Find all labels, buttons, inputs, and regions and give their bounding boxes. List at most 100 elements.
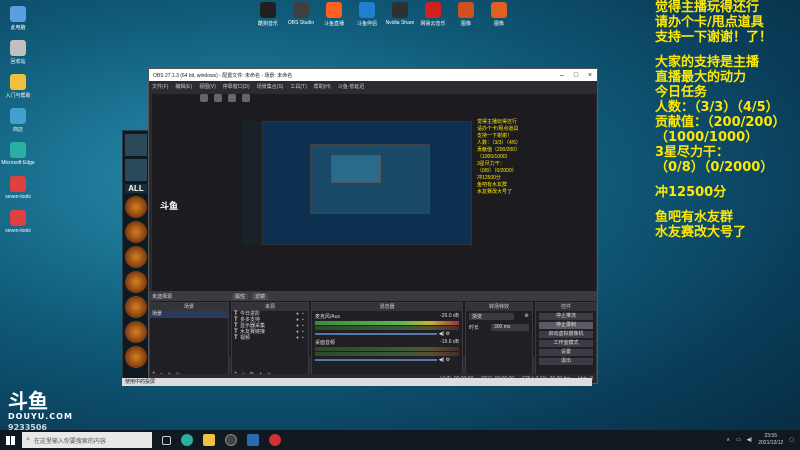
minimize-button[interactable]: – [555, 72, 569, 79]
speaker-icon[interactable]: ◀) [439, 357, 445, 363]
nested-preview-inner [331, 155, 381, 183]
toolbar-icon[interactable] [214, 94, 222, 102]
desktop-icon-label: 斗鱼伴侣 [356, 21, 377, 27]
network-icon[interactable]: ▭ [736, 437, 741, 443]
overlay-line: 请办个卡/甩点道具 [655, 15, 764, 30]
speaker-icon[interactable]: ◀) [439, 331, 445, 337]
desktop-icon[interactable]: 酷狗音乐 [250, 2, 286, 27]
duration-label: 时长 [469, 325, 480, 331]
overlay-line: 今日任务 [655, 85, 708, 100]
hero-portrait[interactable] [125, 296, 147, 318]
app-icon [392, 2, 408, 18]
menu-item[interactable]: 停靠窗口(D) [223, 83, 250, 90]
taskbar-search[interactable]: ⌕ 在这里输入你要搜索的内容 [22, 432, 152, 448]
desktop-icon-label: 回收站 [10, 59, 26, 65]
game-tab[interactable] [125, 159, 147, 181]
music-app-icon[interactable] [269, 434, 281, 446]
lock-icon[interactable]: ▪ [302, 335, 308, 341]
hero-portrait[interactable] [125, 321, 147, 343]
virtual-camera-button[interactable]: 启动虚拟摄像机 [539, 331, 593, 338]
hero-portrait[interactable] [125, 221, 147, 243]
preview-text-line: 贡献值（200/200） [477, 147, 521, 153]
gear-icon[interactable]: ⚙ [446, 331, 450, 337]
taskbar-apps [162, 434, 281, 446]
douyu-app-icon[interactable] [247, 434, 259, 446]
desktop-icon[interactable]: 入门与帮助 [0, 74, 36, 99]
all-filter-button[interactable]: ALL [125, 184, 147, 193]
desktop-icon[interactable]: seven-tools [0, 176, 36, 200]
desktop-icon[interactable]: Microsoft Edge [0, 142, 36, 166]
app-icon [359, 2, 375, 18]
desktop-icon[interactable]: 图像 [481, 2, 517, 27]
desktop-icon[interactable]: 斗鱼直播 [316, 2, 352, 27]
studio-mode-button[interactable]: 工作室模式 [539, 340, 593, 347]
toolbar-icon[interactable] [200, 94, 208, 102]
stop-streaming-button[interactable]: 停止推流 [539, 313, 593, 320]
menu-item[interactable]: 斗鱼-低延迟 [338, 83, 365, 90]
desktop-icon[interactable]: 斗鱼伴侣 [349, 2, 385, 27]
volume-icon[interactable]: ◀) [747, 437, 753, 443]
desktop-icon[interactable]: seven-tools [0, 210, 36, 234]
douyu-domain: DOUYU.COM [8, 412, 73, 421]
properties-button[interactable]: 属性 [232, 292, 249, 300]
notification-icon[interactable]: ▢ [789, 437, 794, 443]
app-icon [425, 2, 441, 18]
game-tab[interactable] [125, 134, 147, 156]
preview-text-line: 觉得主播玩得还行 [477, 119, 518, 125]
obs-icon[interactable] [225, 434, 237, 446]
desktop-icon[interactable]: Nvidia Share [382, 2, 418, 26]
preview-text-line: （0/8）（0/2000） [477, 168, 517, 174]
desktop-icon[interactable]: 回收站 [0, 40, 36, 65]
desktop-icon[interactable]: 图像 [448, 2, 484, 27]
maximize-button[interactable]: □ [569, 72, 583, 79]
close-button[interactable]: × [583, 72, 597, 79]
app-icon [10, 74, 26, 90]
sources-dock: 来源 T今日进阶●▪T多多支持●▪T显示器采集●▪T水友赛链接●▪T视频●▪ +… [231, 302, 309, 380]
menu-item[interactable]: 视图(V) [199, 83, 216, 90]
filters-button[interactable]: 滤镜 [252, 292, 269, 300]
app-icon [10, 176, 26, 192]
menu-item[interactable]: 工具(T) [290, 83, 306, 90]
clock[interactable]: 23:55 2021/12/12 [758, 433, 783, 447]
volume-slider[interactable] [315, 359, 438, 361]
hero-portrait[interactable] [125, 246, 147, 268]
settings-button[interactable]: 设置 [539, 349, 593, 356]
search-placeholder: 在这里输入你要搜索的内容 [33, 438, 106, 445]
stop-recording-button[interactable]: 停止录制 [539, 322, 593, 329]
desktop-icon[interactable]: 网易云音乐 [415, 2, 451, 27]
menu-item[interactable]: 场景集合(S) [257, 83, 284, 90]
desktop-icon-label: 此电脑 [10, 25, 26, 31]
transition-select[interactable]: 渐变 [469, 313, 514, 320]
exit-button[interactable]: 退出 [539, 358, 593, 365]
toolbar-icon[interactable] [242, 94, 250, 102]
file-explorer-icon[interactable] [203, 434, 215, 446]
desktop-icon-label: 图像 [460, 21, 471, 27]
scene-item[interactable]: 场景 [150, 311, 228, 318]
hero-portrait[interactable] [125, 196, 147, 218]
hero-portrait[interactable] [125, 346, 147, 368]
chevron-up-icon[interactable]: ∧ [726, 437, 730, 443]
volume-slider[interactable] [315, 333, 438, 335]
desktop-icon-label: 酷狗音乐 [257, 21, 278, 27]
menu-item[interactable]: 编辑(E) [175, 83, 192, 90]
menu-item[interactable]: 帮助(H) [314, 83, 331, 90]
start-button[interactable] [0, 430, 20, 450]
task-view-icon[interactable] [162, 435, 171, 445]
system-tray: ∧ ▭ ◀) 23:55 2021/12/12 ▢ [726, 433, 800, 447]
duration-input[interactable]: 300 ms [491, 324, 529, 331]
mixer-header: 混音器 [312, 303, 462, 311]
desktop-icon[interactable]: OBS Studio [283, 2, 319, 26]
gear-icon[interactable]: ⚙ [446, 357, 450, 363]
source-item[interactable]: T 视频 ● ▪ [232, 335, 308, 341]
toolbar-icon[interactable] [228, 94, 236, 102]
app-icon [10, 108, 26, 124]
douyu-logo-text: 斗鱼 [8, 389, 48, 413]
desktop-icon[interactable]: 此电脑 [0, 6, 36, 31]
desktop-icon[interactable]: 商店 [0, 108, 36, 133]
hero-portrait[interactable] [125, 271, 147, 293]
preview-text-line: 冲12500分 [477, 175, 501, 181]
edge-icon[interactable] [181, 434, 193, 446]
desktop-icon-label: 商店 [12, 127, 23, 133]
menu-item[interactable]: 文件(F) [152, 83, 168, 90]
gear-icon[interactable]: ⚙ [525, 313, 529, 320]
